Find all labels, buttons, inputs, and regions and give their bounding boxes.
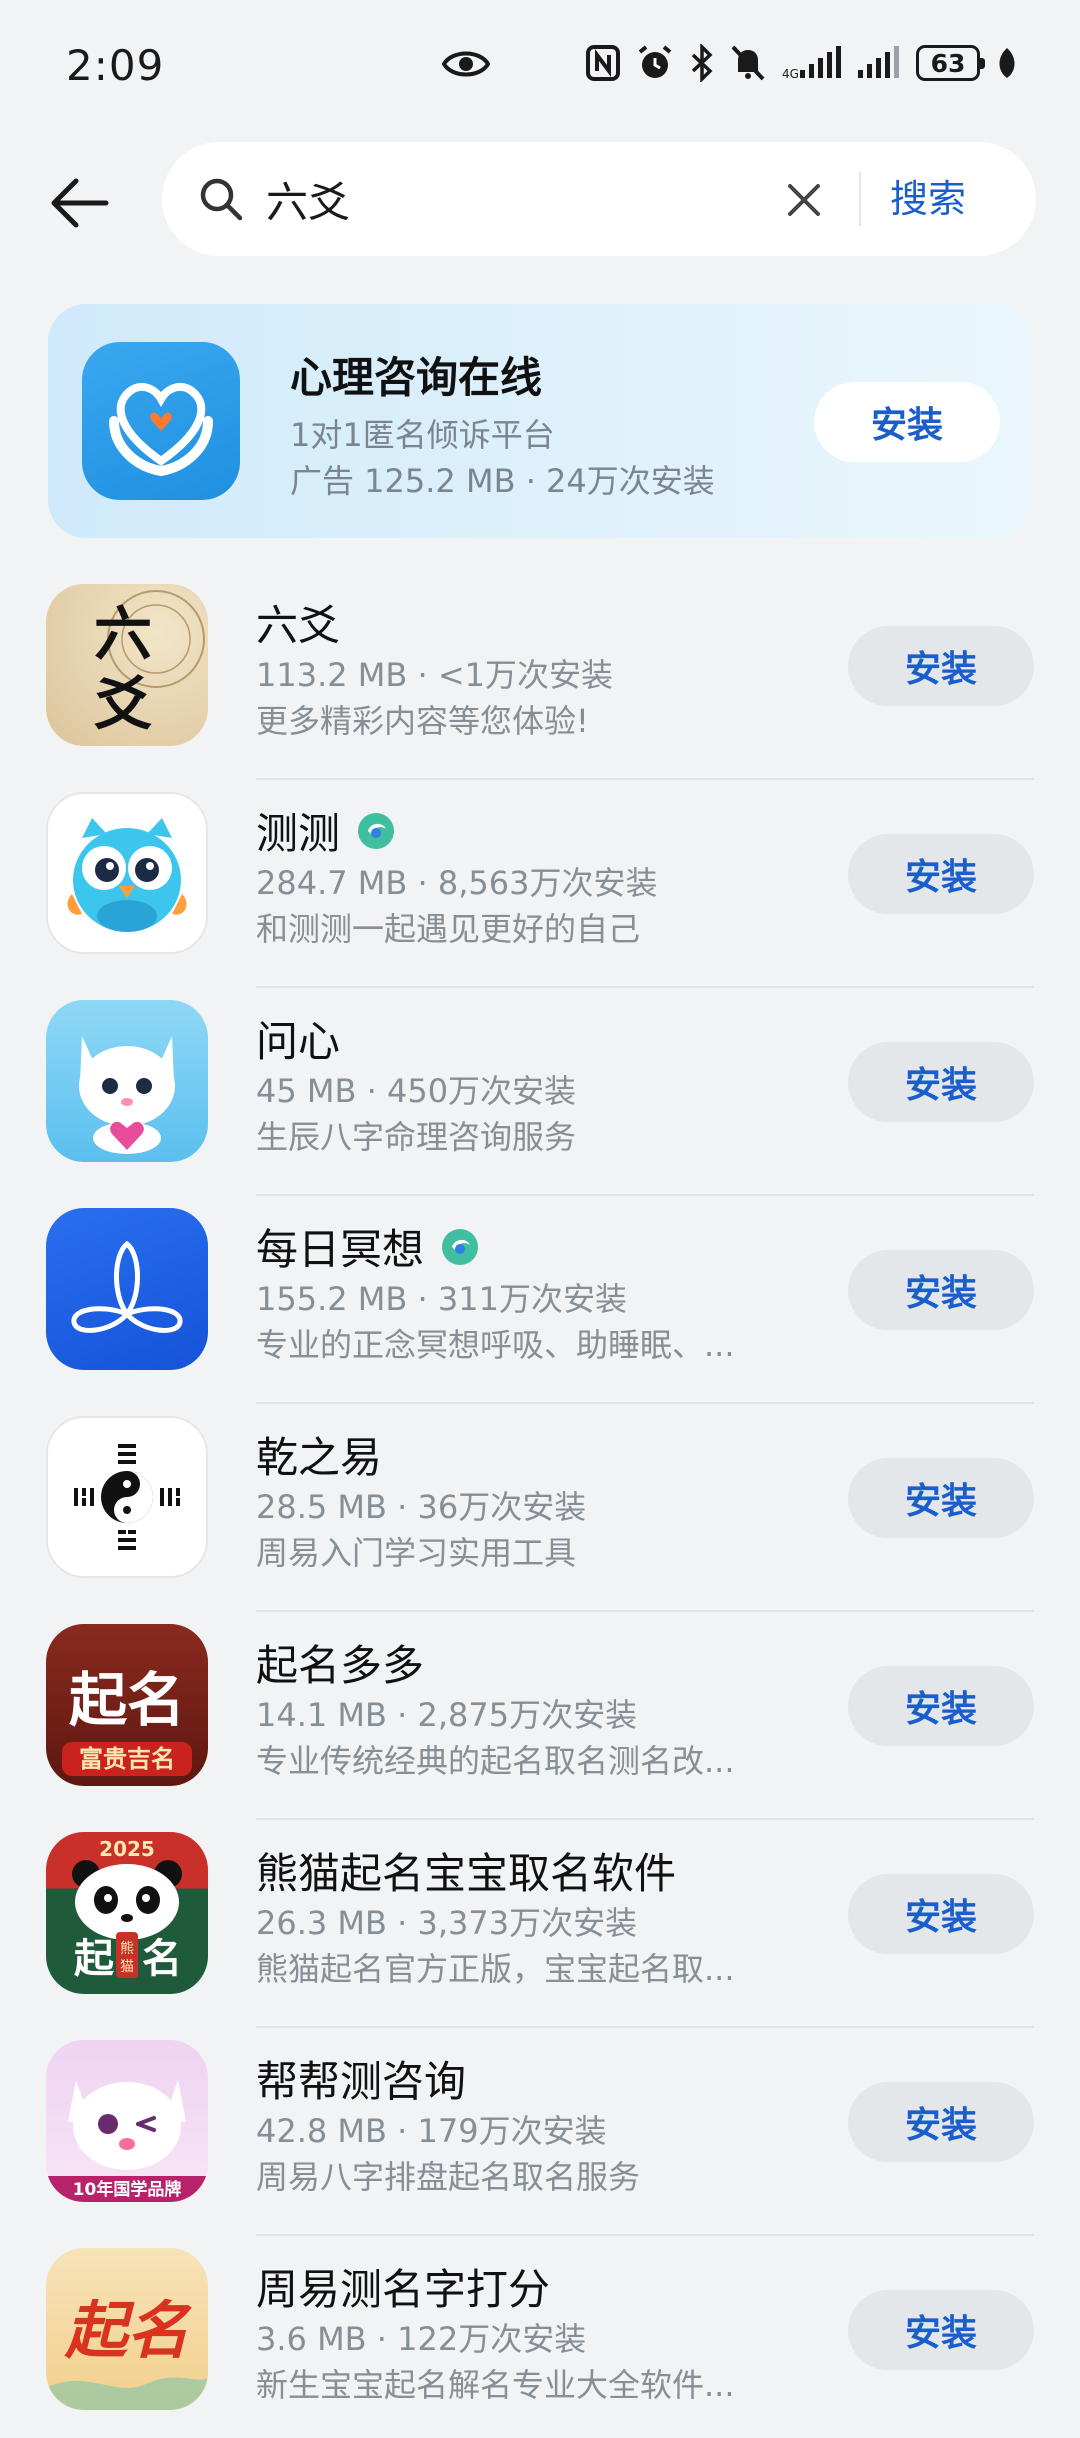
app-meta: 14.1 MB · 2,875万次安装 bbox=[256, 1696, 638, 1734]
install-button[interactable]: 安装 bbox=[848, 626, 1034, 706]
install-button[interactable]: 安装 bbox=[848, 834, 1034, 914]
cat-icon: 10年国学品牌 bbox=[46, 2040, 208, 2202]
svg-text:10年国学品牌: 10年国学品牌 bbox=[73, 2179, 182, 2200]
app-meta: 113.2 MB · <1万次安装 bbox=[256, 656, 614, 694]
ad-subtitle: 1对1匿名倾诉平台 bbox=[290, 416, 555, 454]
svg-text:名: 名 bbox=[142, 1935, 182, 1982]
clear-search-button[interactable] bbox=[782, 178, 826, 222]
app-name: 乾之易 bbox=[256, 1433, 383, 1482]
back-arrow-icon bbox=[51, 178, 109, 228]
svg-text:熊: 熊 bbox=[120, 1941, 134, 1957]
install-button[interactable]: 安装 bbox=[848, 2290, 1034, 2370]
app-meta: 45 MB · 450万次安装 bbox=[256, 1072, 577, 1110]
app-desc: 专业的正念冥想呼吸、助睡眠、... bbox=[256, 1326, 735, 1364]
status-time: 2:09 bbox=[66, 40, 165, 90]
heart-hands-icon bbox=[82, 342, 240, 500]
svg-text:六: 六 bbox=[94, 600, 152, 668]
signal-icon: 4G bbox=[782, 46, 841, 80]
list-item[interactable]: 起名 富贵吉名 起名多多 14.1 MB · 2,875万次安装 专业传统经典的… bbox=[0, 1612, 1080, 1820]
install-button[interactable]: 安装 bbox=[848, 1458, 1034, 1538]
leaf-icon bbox=[999, 48, 1015, 78]
status-bar: 2:09 4G 63 bbox=[0, 0, 1080, 130]
svg-text:富贵吉名: 富贵吉名 bbox=[79, 1745, 175, 1773]
app-name: 六爻 bbox=[256, 601, 341, 650]
app-name: 每日冥想 bbox=[256, 1216, 480, 1277]
list-item[interactable]: 10年国学品牌 帮帮测咨询 42.8 MB · 179万次安装 周易八字排盘起名… bbox=[0, 2028, 1080, 2236]
app-meta: 155.2 MB · 311万次安装 bbox=[256, 1280, 627, 1318]
eye-icon bbox=[441, 44, 491, 88]
mute-icon bbox=[731, 45, 765, 81]
app-meta: 42.8 MB · 179万次安装 bbox=[256, 2112, 607, 2150]
app-desc: 更多精彩内容等您体验! bbox=[256, 702, 589, 740]
app-desc: 专业传统经典的起名取名测名改... bbox=[256, 1742, 735, 1780]
app-name: 起名多多 bbox=[256, 1641, 425, 1690]
list-item[interactable]: 问心 45 MB · 450万次安装 生辰八字命理咨询服务 安装 bbox=[0, 988, 1080, 1196]
ad-install-button[interactable]: 安装 bbox=[814, 382, 1000, 462]
battery-indicator: 63 bbox=[916, 45, 985, 81]
verified-badge-icon bbox=[442, 1228, 479, 1265]
bagua-icon bbox=[46, 1416, 208, 1578]
search-bar[interactable]: 搜索 bbox=[162, 142, 1036, 256]
svg-text:2025: 2025 bbox=[99, 1837, 155, 1861]
app-name: 周易测名字打分 bbox=[256, 2265, 551, 2314]
qiming-icon: 起名 富贵吉名 bbox=[46, 1624, 208, 1786]
svg-text:爻: 爻 bbox=[94, 670, 152, 738]
ad-meta: 广告 125.2 MB · 24万次安装 bbox=[290, 462, 715, 500]
qiming-red-icon: 起名 bbox=[46, 2248, 208, 2410]
list-item[interactable]: 每日冥想 155.2 MB · 311万次安装 专业的正念冥想呼吸、助睡眠、..… bbox=[0, 1196, 1080, 1404]
app-desc: 周易八字排盘起名取名服务 bbox=[256, 2158, 641, 2196]
app-desc: 和测测一起遇见更好的自己 bbox=[256, 910, 641, 948]
fox-icon bbox=[46, 1000, 208, 1162]
panda-icon: 2025 起 名 熊 猫 bbox=[46, 1832, 208, 1994]
svg-text:起名: 起名 bbox=[64, 2294, 192, 2367]
alarm-icon bbox=[638, 45, 672, 78]
list-item[interactable]: 2025 起 名 熊 猫 熊猫起名宝宝取名软件 26.3 MB · 3,373万… bbox=[0, 1820, 1080, 2028]
ad-title: 心理咨询在线 bbox=[290, 353, 543, 402]
verified-badge-icon bbox=[358, 812, 395, 849]
list-item[interactable]: 乾之易 28.5 MB · 36万次安装 周易入门学习实用工具 安装 bbox=[0, 1404, 1080, 1612]
install-button[interactable]: 安装 bbox=[848, 1874, 1034, 1954]
svg-text:起: 起 bbox=[74, 1935, 115, 1982]
app-desc: 周易入门学习实用工具 bbox=[256, 1534, 577, 1572]
search-input[interactable] bbox=[266, 170, 826, 228]
back-button[interactable] bbox=[44, 168, 114, 238]
app-store-search-page: 2:09 4G 63 搜索 bbox=[0, 0, 1080, 2438]
app-meta: 26.3 MB · 3,373万次安装 bbox=[256, 1904, 638, 1942]
nfc-icon bbox=[586, 45, 620, 81]
app-name: 帮帮测咨询 bbox=[256, 2057, 467, 2106]
app-name: 问心 bbox=[256, 1017, 341, 1066]
app-meta: 284.7 MB · 8,563万次安装 bbox=[256, 864, 658, 902]
app-desc: 新生宝宝起名解名专业大全软件... bbox=[256, 2366, 735, 2404]
search-divider bbox=[859, 172, 861, 226]
search-icon bbox=[198, 176, 244, 226]
svg-text:起名: 起名 bbox=[69, 1666, 185, 1734]
list-item[interactable]: 六爻 六 爻 六爻 113.2 MB · <1万次安装 更多精彩内容等您体验! … bbox=[0, 572, 1080, 780]
app-name: 测测 bbox=[256, 800, 396, 861]
app-name: 熊猫起名宝宝取名软件 bbox=[256, 1849, 677, 1898]
install-button[interactable]: 安装 bbox=[848, 2082, 1034, 2162]
app-list: 六爻 六 爻 六爻 113.2 MB · <1万次安装 更多精彩内容等您体验! … bbox=[0, 572, 1080, 2438]
meditation-icon bbox=[46, 1208, 208, 1370]
svg-text:猫: 猫 bbox=[120, 1959, 134, 1975]
search-button[interactable]: 搜索 bbox=[890, 172, 966, 226]
install-button[interactable]: 安装 bbox=[848, 1666, 1034, 1746]
svg-text:4G: 4G bbox=[782, 67, 799, 80]
close-icon bbox=[788, 184, 820, 216]
app-desc: 熊猫起名官方正版，宝宝起名取... bbox=[256, 1950, 735, 1988]
status-icons: 4G 63 bbox=[586, 44, 1018, 82]
bluetooth-icon bbox=[691, 44, 713, 82]
install-button[interactable]: 安装 bbox=[848, 1042, 1034, 1122]
ad-card[interactable]: 心理咨询在线 1对1匿名倾诉平台 广告 125.2 MB · 24万次安装 安装 bbox=[48, 304, 1032, 538]
owl-icon bbox=[46, 792, 208, 954]
signal-icon-2 bbox=[858, 46, 899, 78]
app-meta: 3.6 MB · 122万次安装 bbox=[256, 2320, 587, 2358]
list-item[interactable]: 起名 周易测名字打分 3.6 MB · 122万次安装 新生宝宝起名解名专业大全… bbox=[0, 2236, 1080, 2438]
app-desc: 生辰八字命理咨询服务 bbox=[256, 1118, 577, 1156]
app-meta: 28.5 MB · 36万次安装 bbox=[256, 1488, 587, 1526]
liuyao-icon: 六爻 六 爻 bbox=[46, 584, 208, 746]
list-item[interactable]: 测测 284.7 MB · 8,563万次安装 和测测一起遇见更好的自己 安装 bbox=[0, 780, 1080, 988]
install-button[interactable]: 安装 bbox=[848, 1250, 1034, 1330]
